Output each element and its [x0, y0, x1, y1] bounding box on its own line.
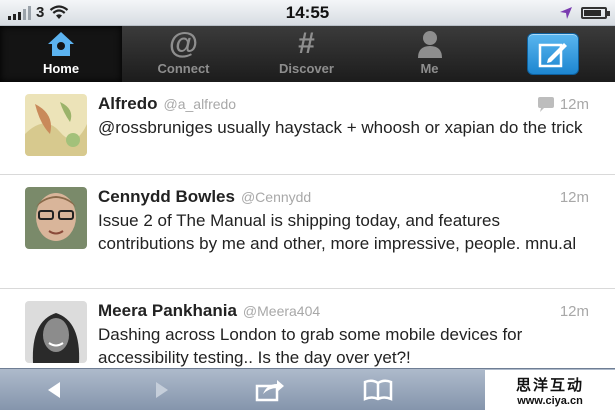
watermark-chinese: 思洋互动: [515, 375, 584, 394]
tweet-timestamp: 12m: [559, 96, 589, 113]
tweet-time: 12m: [560, 303, 589, 320]
tab-discover[interactable]: # Discover: [245, 26, 368, 82]
bookmarks-icon: [363, 378, 393, 401]
tweet[interactable]: Cennydd Bowles @Cennydd 12m Issue 2 of T…: [0, 175, 615, 289]
signal-icon: [8, 5, 31, 20]
timeline: Alfredo @a_alfredo 12m @rossbruniges usu…: [0, 82, 615, 368]
person-icon: [417, 29, 443, 59]
tab-connect[interactable]: @ Connect: [122, 26, 245, 82]
carrier-label: 3: [36, 4, 45, 21]
tweet-author-handle: @Cennydd: [240, 189, 312, 205]
reply-bubble-icon: [537, 97, 554, 112]
tweet-author-handle: @a_alfredo: [163, 96, 237, 112]
location-arrow-icon: [559, 6, 572, 19]
tab-me[interactable]: Me: [368, 26, 491, 82]
share-button[interactable]: [216, 369, 324, 410]
status-right: [487, 6, 610, 20]
tab-home[interactable]: Home: [0, 26, 122, 82]
status-bar: 3 14:55: [0, 0, 615, 26]
at-sign-icon: @: [168, 27, 199, 60]
battery-icon: [580, 6, 610, 19]
tweet-text: Dashing across London to grab some mobil…: [98, 325, 523, 367]
avatar[interactable]: [25, 187, 87, 249]
tweet-timestamp: 12m: [559, 189, 589, 206]
tweet-text: @rossbruniges usually haystack + whoosh …: [98, 118, 583, 137]
status-left: 3: [8, 4, 128, 21]
tab-label: Me: [420, 61, 439, 76]
home-icon: [46, 29, 76, 59]
forward-arrow-icon: [156, 381, 168, 398]
compose-icon: [538, 43, 567, 68]
watermark-url: www.ciya.cn: [517, 394, 583, 407]
bookmarks-button[interactable]: [324, 369, 432, 410]
tweet-text: Issue 2 of The Manual is shipping today,…: [98, 211, 577, 253]
tweet-author-name[interactable]: Cennydd Bowles: [98, 187, 235, 207]
tweet-time: 12m: [537, 96, 589, 113]
tweet-header: Cennydd Bowles @Cennydd: [98, 187, 601, 207]
tweet-author-handle: @Meera404: [242, 303, 321, 319]
tab-bar: Home @ Connect # Discover Me: [0, 26, 615, 82]
tweet-timestamp: 12m: [559, 303, 589, 320]
status-clock: 14:55: [285, 2, 330, 22]
tweet[interactable]: Alfredo @a_alfredo 12m @rossbruniges usu…: [0, 82, 615, 175]
tab-label: Home: [42, 61, 80, 76]
tab-compose: [491, 26, 615, 82]
compose-button[interactable]: [527, 33, 579, 75]
avatar[interactable]: [25, 301, 87, 363]
watermark: 思洋互动 www.ciya.cn: [485, 370, 615, 410]
tweet-author-name[interactable]: Meera Pankhania: [98, 301, 237, 321]
tab-label: Discover: [279, 61, 334, 76]
forward-button[interactable]: [108, 369, 216, 410]
back-arrow-icon: [48, 381, 60, 398]
share-icon: [255, 379, 284, 401]
tweet-author-name[interactable]: Alfredo: [98, 94, 158, 114]
avatar[interactable]: [25, 94, 87, 156]
wifi-icon: [50, 5, 69, 19]
tweet-header: Meera Pankhania @Meera404: [98, 301, 601, 321]
hash-icon: #: [298, 27, 315, 60]
tweet-time: 12m: [560, 189, 589, 206]
tab-label: Connect: [157, 61, 210, 76]
back-button[interactable]: [0, 369, 108, 410]
tweet-header: Alfredo @a_alfredo: [98, 94, 601, 114]
tweet[interactable]: Meera Pankhania @Meera404 12m Dashing ac…: [0, 289, 615, 368]
